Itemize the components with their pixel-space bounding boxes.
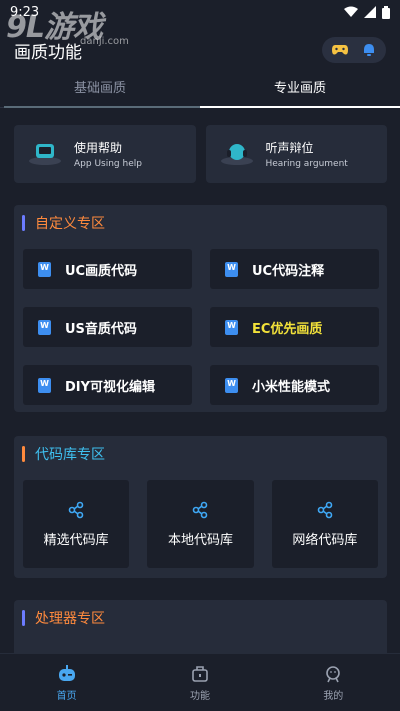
profile-icon: [326, 665, 341, 682]
status-time: 9:23: [10, 4, 40, 20]
nav-home-label: 首页: [56, 690, 77, 702]
tab-pro-quality[interactable]: 专业画质: [200, 72, 400, 108]
processor-section: 处理器专区: [14, 600, 387, 653]
library-section-title: 代码库专区: [35, 447, 105, 463]
network-library-card[interactable]: 网络代码库: [271, 480, 378, 568]
app-bar: 画质功能: [0, 30, 400, 70]
signal-icon: [364, 6, 376, 18]
library-section: 代码库专区 精选代码库 本地代码库 网络代码库: [14, 436, 387, 578]
nav-features-label: 功能: [189, 690, 210, 702]
help-card-hearing[interactable]: 听声辩位 Hearing argument: [205, 125, 387, 183]
nav-home[interactable]: 首页: [0, 654, 133, 711]
doc-icon: [38, 261, 51, 277]
help-title-hearing: 听声辩位: [265, 141, 314, 155]
page-title: 画质功能: [14, 42, 82, 63]
button-label: US音质代码: [65, 321, 137, 337]
tab-bar: 基础画质 专业画质: [0, 72, 400, 108]
doc-icon: [225, 319, 238, 335]
uc-code-notes-button[interactable]: UC代码注释: [210, 249, 379, 289]
processor-section-title: 处理器专区: [35, 611, 105, 627]
bottom-nav: 首页 功能 我的: [0, 653, 400, 711]
status-icons: [344, 5, 390, 19]
library-label: 网络代码库: [292, 532, 358, 548]
help-card-usage[interactable]: 使用帮助 App Using help: [14, 125, 196, 183]
processor-section-header: 处理器专区: [14, 600, 387, 636]
main-content: 使用帮助 App Using help 听声辩位 Hearing argumen…: [0, 110, 400, 653]
local-library-card[interactable]: 本地代码库: [147, 480, 254, 568]
section-accent-bar: [22, 215, 25, 231]
xiaomi-performance-button[interactable]: 小米性能模式: [210, 365, 379, 405]
nav-profile-label: 我的: [323, 690, 344, 702]
section-accent-bar: [22, 610, 25, 626]
status-bar: 9:23: [0, 0, 400, 24]
battery-icon: [382, 5, 390, 19]
headset-icon: [218, 141, 256, 167]
library-label: 本地代码库: [167, 532, 233, 548]
wifi-icon: [344, 6, 358, 17]
nav-features[interactable]: 功能: [133, 654, 266, 711]
nav-profile[interactable]: 我的: [267, 654, 400, 711]
us-audio-code-button[interactable]: US音质代码: [23, 307, 192, 347]
library-grid: 精选代码库 本地代码库 网络代码库: [14, 472, 387, 568]
button-label: UC画质代码: [65, 263, 138, 279]
button-label: EC优先画质: [252, 321, 323, 337]
help-row: 使用帮助 App Using help 听声辩位 Hearing argumen…: [14, 125, 387, 183]
help-text-usage: 使用帮助 App Using help: [74, 139, 142, 169]
share-icon: [317, 501, 333, 518]
diy-visual-editor-button[interactable]: DIY可视化编辑: [23, 365, 192, 405]
custom-section: 自定义专区 UC画质代码 UC代码注释 US音质代码 EC优先画质 DIY可视化…: [14, 205, 387, 412]
help-title-usage: 使用帮助: [74, 141, 123, 155]
custom-section-header: 自定义专区: [14, 205, 387, 241]
tv-icon: [26, 141, 64, 167]
gamepad-icon: [58, 664, 75, 681]
doc-icon: [225, 261, 238, 277]
help-subtitle-usage: App Using help: [74, 159, 142, 169]
doc-icon: [38, 319, 51, 335]
tab-basic-quality[interactable]: 基础画质: [0, 72, 200, 108]
custom-grid: UC画质代码 UC代码注释 US音质代码 EC优先画质 DIY可视化编辑 小米性…: [14, 241, 387, 405]
ec-priority-quality-button[interactable]: EC优先画质: [210, 307, 379, 347]
bell-icon[interactable]: [362, 43, 376, 57]
library-section-header: 代码库专区: [14, 436, 387, 472]
help-subtitle-hearing: Hearing argument: [265, 159, 348, 169]
toolbox-icon: [192, 665, 208, 682]
button-label: DIY可视化编辑: [65, 379, 156, 395]
custom-section-title: 自定义专区: [35, 216, 105, 232]
uc-quality-code-button[interactable]: UC画质代码: [23, 249, 192, 289]
library-label: 精选代码库: [43, 532, 109, 548]
featured-library-card[interactable]: 精选代码库: [23, 480, 130, 568]
gamepad-icon[interactable]: [332, 44, 348, 56]
share-icon: [193, 501, 208, 518]
doc-icon: [225, 377, 238, 393]
doc-icon: [38, 377, 51, 393]
app-actions: [322, 37, 386, 63]
button-label: 小米性能模式: [252, 379, 331, 395]
button-label: UC代码注释: [252, 263, 325, 279]
section-accent-bar: [22, 446, 25, 462]
help-text-hearing: 听声辩位 Hearing argument: [266, 139, 348, 169]
share-icon: [68, 501, 84, 518]
